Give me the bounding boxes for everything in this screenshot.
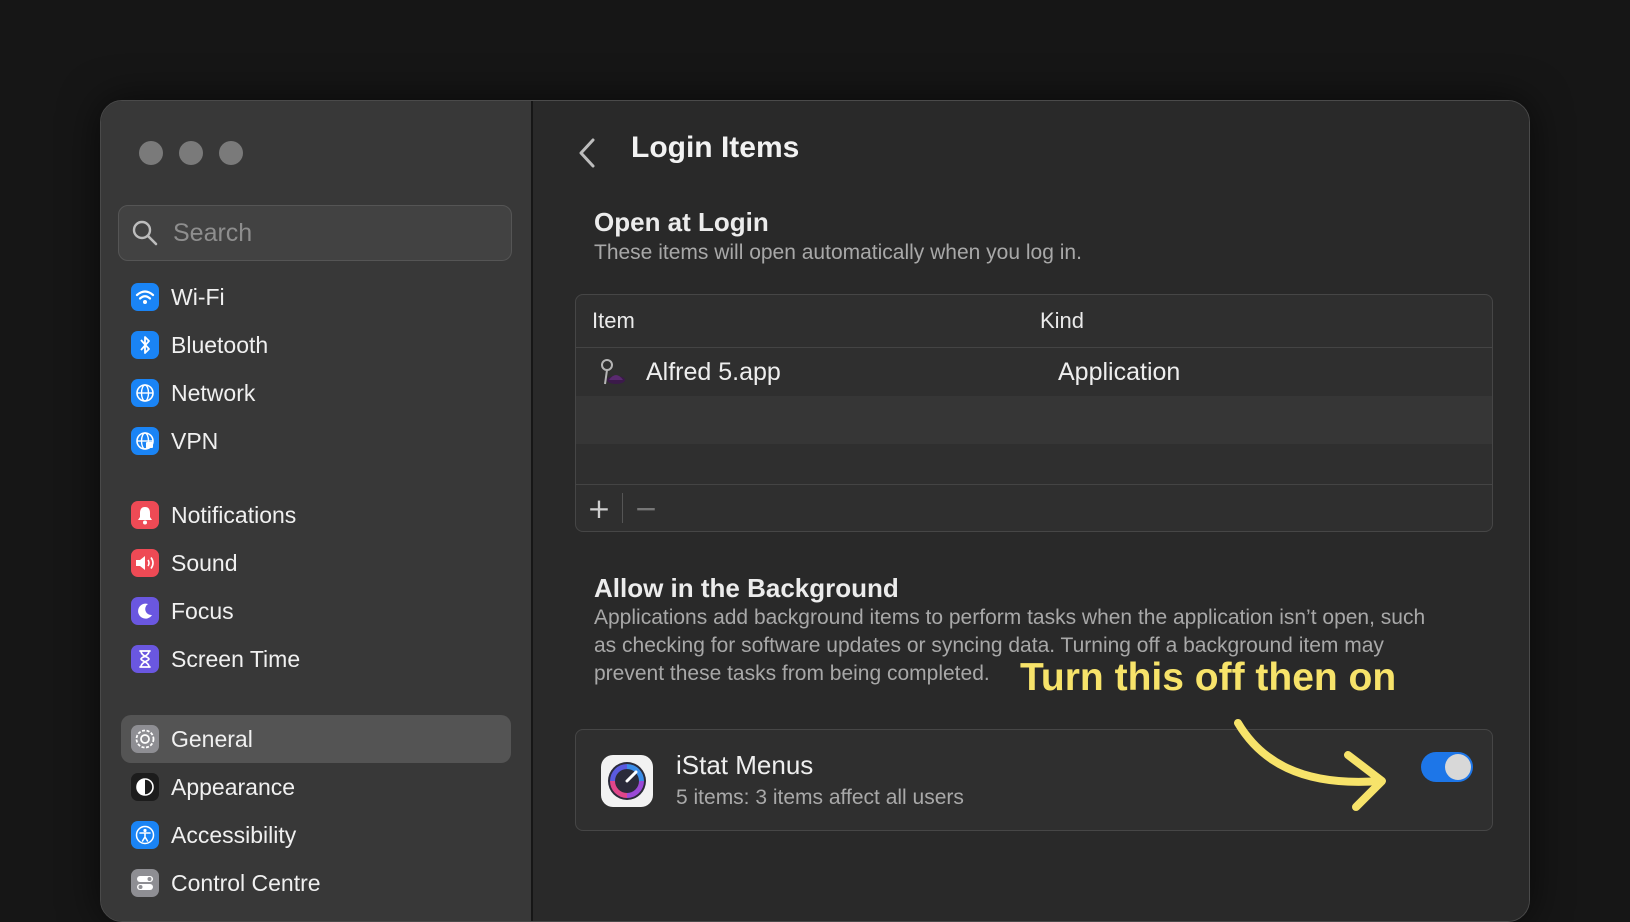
bell-icon [131, 501, 159, 529]
sidebar-item-network[interactable]: Network [121, 369, 511, 417]
sidebar-group-connectivity: Wi-Fi Bluetooth Network VPN [121, 273, 511, 465]
sidebar-item-general[interactable]: General [121, 715, 511, 763]
search-field[interactable] [118, 205, 512, 261]
sidebar-item-accessibility[interactable]: Accessibility [121, 811, 511, 859]
sidebar-item-label: Sound [171, 549, 238, 576]
table-toolbar: + − [576, 484, 1492, 531]
alfred-icon [601, 359, 625, 385]
annotation-text: Turn this off then on [1020, 656, 1397, 699]
search-icon [132, 220, 158, 246]
control-centre-icon [131, 869, 159, 897]
annotation-arrow-icon [1234, 719, 1386, 811]
column-header-item[interactable]: Item [592, 308, 1040, 334]
sidebar-item-focus[interactable]: Focus [121, 587, 511, 635]
empty-table-row [576, 396, 1492, 444]
sidebar-item-label: Notifications [171, 501, 297, 528]
remove-login-item-button[interactable]: − [623, 490, 669, 526]
allow-background-title: Allow in the Background [594, 573, 899, 603]
sidebar-item-label: Screen Time [171, 645, 301, 672]
background-item-subtitle: 5 items: 3 items affect all users [676, 786, 964, 809]
sidebar-item-label: VPN [171, 427, 219, 454]
sidebar-item-label: Wi-Fi [171, 283, 225, 310]
column-header-kind[interactable]: Kind [1040, 308, 1084, 334]
globe-icon [131, 379, 159, 407]
close-window-button[interactable] [139, 141, 163, 165]
table-row[interactable]: Alfred 5.app Application [576, 348, 1492, 396]
add-login-item-button[interactable]: + [576, 490, 622, 526]
sidebar-item-appearance[interactable]: Appearance [121, 763, 511, 811]
sidebar-item-screen-time[interactable]: Screen Time [121, 635, 511, 683]
zoom-window-button[interactable] [219, 141, 243, 165]
login-item-name: Alfred 5.app [646, 357, 781, 386]
open-at-login-title: Open at Login [594, 207, 769, 237]
sidebar-item-notifications[interactable]: Notifications [121, 491, 511, 539]
gear-icon [131, 725, 159, 753]
sidebar-item-label: Appearance [171, 773, 296, 800]
vpn-globe-icon [131, 427, 159, 455]
sidebar-item-label: General [171, 725, 253, 752]
sidebar-item-wifi[interactable]: Wi-Fi [121, 273, 511, 321]
moon-icon [131, 597, 159, 625]
sidebar-item-label: Accessibility [171, 821, 297, 848]
sidebar-group-notifications: Notifications Sound Focus Screen Time [121, 491, 511, 683]
sidebar-item-label: Control Centre [171, 869, 321, 896]
chevron-left-icon [579, 138, 595, 168]
accessibility-icon [131, 821, 159, 849]
appearance-icon [131, 773, 159, 801]
login-item-kind: Application [1058, 357, 1181, 386]
sidebar-item-sound[interactable]: Sound [121, 539, 511, 587]
bluetooth-icon [131, 331, 159, 359]
sidebar-group-system: General Appearance Accessibility Control… [121, 715, 511, 907]
sidebar-item-vpn[interactable]: VPN [121, 417, 511, 465]
search-input[interactable] [171, 217, 495, 249]
sidebar-item-label: Bluetooth [171, 331, 269, 358]
sidebar: Wi-Fi Bluetooth Network VPN [101, 101, 533, 921]
wifi-icon [131, 283, 159, 311]
back-button[interactable] [573, 135, 603, 171]
minimize-window-button[interactable] [179, 141, 203, 165]
background-item-name: iStat Menus [676, 750, 814, 780]
istat-menus-toggle[interactable] [1421, 752, 1473, 782]
sidebar-item-label: Network [171, 379, 256, 406]
sidebar-item-bluetooth[interactable]: Bluetooth [121, 321, 511, 369]
open-at-login-description: These items will open automatically when… [594, 241, 1082, 264]
page-title: Login Items [631, 131, 800, 164]
toggle-knob [1445, 754, 1471, 780]
speaker-icon [131, 549, 159, 577]
hourglass-icon [131, 645, 159, 673]
sidebar-item-label: Focus [171, 597, 234, 624]
window-controls [139, 141, 243, 165]
login-items-table: Item Kind Alfred 5.app Application + − [575, 294, 1493, 532]
istat-menus-icon [601, 755, 653, 807]
table-header: Item Kind [576, 295, 1492, 348]
